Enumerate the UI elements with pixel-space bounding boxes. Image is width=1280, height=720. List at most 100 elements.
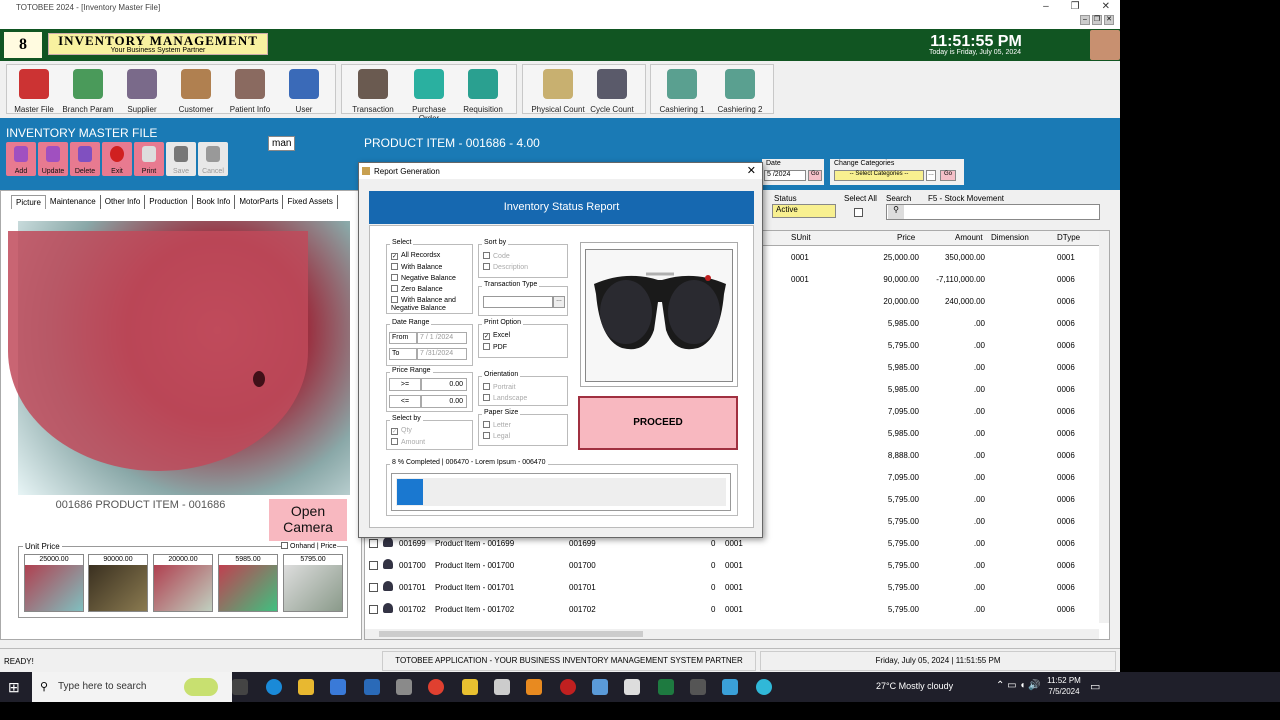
- tab-other-info[interactable]: Other Info: [101, 195, 146, 209]
- tab-production[interactable]: Production: [145, 195, 193, 209]
- table-row[interactable]: 001702 Product Item - 001702 001702 0 0001 5,…: [365, 599, 1105, 621]
- opt-sort-description[interactable]: Description: [483, 263, 528, 271]
- system-tray-icons[interactable]: ⌃ ▭ ◖ 🔊: [996, 680, 1041, 691]
- to-date-picker[interactable]: 7 /31/2024: [417, 348, 467, 360]
- price-thumbnail[interactable]: 5985.00: [218, 554, 278, 612]
- dialog-close-icon[interactable]: ✕: [747, 164, 756, 177]
- date-select[interactable]: 5 /2024: [764, 170, 806, 181]
- user-button[interactable]: User: [277, 65, 331, 115]
- exit-button[interactable]: Exit: [102, 142, 132, 176]
- requisition-button[interactable]: Requisition: [456, 65, 510, 115]
- search-input[interactable]: [886, 204, 1100, 220]
- price-max-input[interactable]: 0.00: [421, 395, 467, 408]
- opt-pdf[interactable]: PDF: [483, 343, 507, 351]
- edge-icon[interactable]: [266, 679, 282, 695]
- row-checkbox[interactable]: [369, 539, 378, 548]
- windows-start-icon[interactable]: ⊞: [8, 679, 20, 696]
- categories-select[interactable]: -- Select Categories --: [834, 170, 924, 181]
- app-icon[interactable]: [396, 679, 412, 695]
- task-view-icon[interactable]: [232, 679, 248, 695]
- opt-with-balance[interactable]: With Balance: [391, 263, 442, 271]
- opt-excel[interactable]: ✓ Excel: [483, 332, 510, 340]
- tab-maintenance[interactable]: Maintenance: [46, 195, 101, 209]
- cycle-count-button[interactable]: Cycle Count: [585, 65, 639, 115]
- opt-with-balance-and-negative[interactable]: With Balance and Negative Balance: [391, 296, 471, 313]
- cancel-button[interactable]: Cancel: [198, 142, 228, 176]
- print-button[interactable]: Print: [134, 142, 164, 176]
- opt-all-records[interactable]: ✓ All Recordsx: [391, 252, 440, 260]
- excel-icon[interactable]: [658, 679, 674, 695]
- row-checkbox[interactable]: [369, 583, 378, 592]
- price-thumbnail[interactable]: 5795.00: [283, 554, 343, 612]
- opt-negative-balance[interactable]: Negative Balance: [391, 274, 456, 282]
- app-icon[interactable]: [592, 679, 608, 695]
- branch-param-button[interactable]: Branch Param: [61, 65, 115, 115]
- col-dimension[interactable]: Dimension: [991, 233, 1029, 242]
- taskbar-search[interactable]: ⚲ Type here to search: [32, 672, 232, 702]
- proceed-button[interactable]: PROCEED: [578, 396, 738, 450]
- delete-button[interactable]: Delete: [70, 142, 100, 176]
- opt-amount[interactable]: Amount: [391, 438, 425, 446]
- user-avatar[interactable]: [1090, 30, 1120, 60]
- update-button[interactable]: Update: [38, 142, 68, 176]
- transaction-browse-button[interactable]: …: [553, 296, 565, 308]
- transaction-button[interactable]: Transaction: [346, 65, 400, 115]
- app-icon[interactable]: [624, 679, 640, 695]
- opt-sort-code[interactable]: Code: [483, 252, 510, 260]
- col-price[interactable]: Price: [897, 233, 915, 242]
- mdi-close-icon[interactable]: ✕: [1104, 15, 1114, 25]
- from-date-picker[interactable]: 7 / 1 /2024: [417, 332, 467, 344]
- file-explorer-icon[interactable]: [298, 679, 314, 695]
- purchase-order-button[interactable]: Purchase Order: [402, 65, 456, 123]
- opt-qty[interactable]: ✓ Qty: [391, 427, 412, 435]
- customer-button[interactable]: Customer: [169, 65, 223, 115]
- col-dtype[interactable]: DType: [1057, 233, 1080, 242]
- opt-landscape[interactable]: Landscape: [483, 394, 527, 402]
- opt-legal[interactable]: Legal: [483, 432, 510, 440]
- chrome-icon[interactable]: [428, 679, 444, 695]
- categories-browse-button[interactable]: …: [926, 170, 936, 181]
- price-thumbnail[interactable]: 25000.00: [24, 554, 84, 612]
- app-icon[interactable]: [462, 679, 478, 695]
- grid-hscrollbar[interactable]: [365, 629, 1099, 639]
- opt-zero-balance[interactable]: Zero Balance: [391, 285, 443, 293]
- table-row[interactable]: 001700 Product Item - 001700 001700 0 0001 5,…: [365, 555, 1105, 577]
- row-checkbox[interactable]: [369, 561, 378, 570]
- mdi-minimize-icon[interactable]: –: [1080, 15, 1090, 25]
- close-icon[interactable]: ✕: [1102, 1, 1110, 12]
- price-thumbnail[interactable]: 20000.00: [153, 554, 213, 612]
- supplier-button[interactable]: Supplier: [115, 65, 169, 115]
- app-icon[interactable]: [690, 679, 706, 695]
- col-amount[interactable]: Amount: [955, 233, 983, 242]
- open-camera-button[interactable]: Open Camera: [269, 499, 347, 541]
- col-sunit[interactable]: SUnit: [791, 233, 811, 242]
- app-icon[interactable]: [526, 679, 542, 695]
- app-icon[interactable]: [494, 679, 510, 695]
- tab-book-info[interactable]: Book Info: [193, 195, 236, 209]
- taskbar-clock[interactable]: 11:52 PM 7/5/2024: [1044, 675, 1084, 697]
- app-icon[interactable]: [756, 679, 772, 695]
- cashiering-2-button[interactable]: Cashiering 2: [713, 65, 767, 115]
- cashiering-1-button[interactable]: Cashiering 1: [655, 65, 709, 115]
- transaction-type-input[interactable]: [483, 296, 553, 308]
- date-go-button[interactable]: Go: [808, 170, 822, 181]
- row-checkbox[interactable]: [369, 605, 378, 614]
- tab-motorparts[interactable]: MotorParts: [235, 195, 284, 209]
- onhand-price-checkbox[interactable]: [281, 542, 288, 549]
- opt-letter[interactable]: Letter: [483, 421, 511, 429]
- physical-count-button[interactable]: Physical Count: [531, 65, 585, 115]
- notification-icon[interactable]: ▭: [1090, 680, 1100, 693]
- tab-fixed-assets[interactable]: Fixed Assets: [283, 195, 338, 209]
- add-button[interactable]: Add: [6, 142, 36, 176]
- select-all-checkbox[interactable]: [854, 208, 863, 217]
- mdi-restore-icon[interactable]: ❐: [1092, 15, 1102, 25]
- minimize-icon[interactable]: –: [1043, 1, 1049, 12]
- master-file-button[interactable]: Master File: [7, 65, 61, 115]
- grid-vscrollbar[interactable]: [1099, 231, 1109, 623]
- price-thumbnail[interactable]: 90000.00: [88, 554, 148, 612]
- search-icon[interactable]: ⚲: [888, 205, 904, 219]
- mail-icon[interactable]: [364, 679, 380, 695]
- status-select[interactable]: Active: [772, 204, 836, 218]
- search-tag[interactable]: man: [268, 136, 296, 151]
- weather-widget[interactable]: 27°C Mostly cloudy: [876, 681, 953, 691]
